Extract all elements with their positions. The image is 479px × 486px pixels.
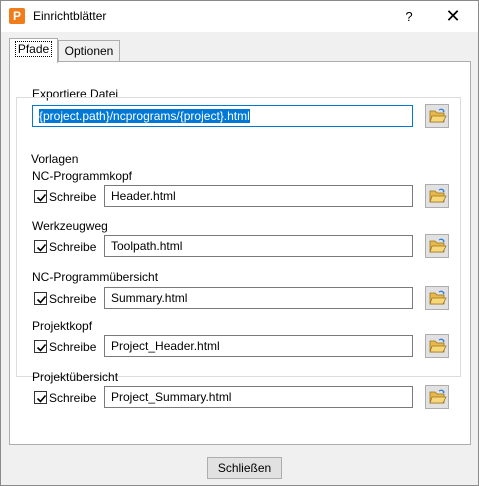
write-checkbox[interactable] bbox=[34, 190, 47, 203]
tab-optionen[interactable]: Optionen bbox=[58, 40, 120, 62]
tab-optionen-label: Optionen bbox=[64, 44, 114, 58]
tab-pfade-label: Pfade bbox=[14, 41, 53, 57]
template-file-input[interactable]: Project_Summary.html bbox=[104, 386, 413, 408]
write-checkbox-label: Schreibe bbox=[49, 340, 97, 354]
write-checkbox-label: Schreibe bbox=[49, 391, 97, 405]
checkmark-icon bbox=[36, 193, 47, 202]
write-checkbox-label: Schreibe bbox=[49, 292, 97, 306]
folder-open-icon bbox=[429, 188, 447, 203]
write-checkbox[interactable] bbox=[34, 292, 47, 305]
close-button[interactable]: Schließen bbox=[207, 457, 282, 479]
template-heading: Projektkopf bbox=[32, 319, 93, 333]
template-heading: Werkzeugweg bbox=[32, 219, 108, 233]
browse-template-button[interactable] bbox=[425, 184, 449, 208]
checkmark-icon bbox=[36, 343, 47, 352]
template-heading: NC-Programmkopf bbox=[32, 169, 133, 183]
app-logo-icon: P bbox=[9, 8, 25, 24]
write-checkbox[interactable] bbox=[34, 391, 47, 404]
write-checkbox-label: Schreibe bbox=[49, 240, 97, 254]
folder-open-icon bbox=[429, 238, 447, 253]
help-button[interactable]: ? bbox=[399, 7, 419, 27]
folder-open-icon bbox=[429, 389, 447, 404]
write-checkbox[interactable] bbox=[34, 240, 47, 253]
browse-template-button[interactable] bbox=[425, 385, 449, 409]
write-checkbox[interactable] bbox=[34, 340, 47, 353]
template-file-input[interactable]: Toolpath.html bbox=[104, 235, 413, 257]
browse-template-button[interactable] bbox=[425, 334, 449, 358]
write-checkbox-label: Schreibe bbox=[49, 190, 97, 204]
template-file-input[interactable]: Project_Header.html bbox=[104, 335, 413, 357]
title-bar: P Einrichtblätter ? ✕ bbox=[1, 1, 478, 32]
checkmark-icon bbox=[36, 243, 47, 252]
browse-template-button[interactable] bbox=[425, 234, 449, 258]
template-file-input[interactable]: Header.html bbox=[104, 185, 413, 207]
template-heading: Projektübersicht bbox=[32, 370, 119, 384]
template-heading: NC-Programmübersicht bbox=[32, 270, 159, 284]
templates-group-title: Vorlagen bbox=[29, 152, 81, 166]
template-file-input[interactable]: Summary.html bbox=[104, 287, 413, 309]
window-title: Einrichtblätter bbox=[33, 9, 107, 23]
tab-pfade[interactable]: Pfade bbox=[9, 38, 58, 63]
folder-open-icon bbox=[429, 338, 447, 353]
checkmark-icon bbox=[36, 394, 47, 403]
dialog-window: P Einrichtblätter ? ✕ Pfade Optionen Exp… bbox=[0, 0, 479, 486]
close-window-button[interactable]: ✕ bbox=[439, 5, 467, 27]
browse-template-button[interactable] bbox=[425, 286, 449, 310]
checkmark-icon bbox=[36, 295, 47, 304]
folder-open-icon bbox=[429, 290, 447, 305]
